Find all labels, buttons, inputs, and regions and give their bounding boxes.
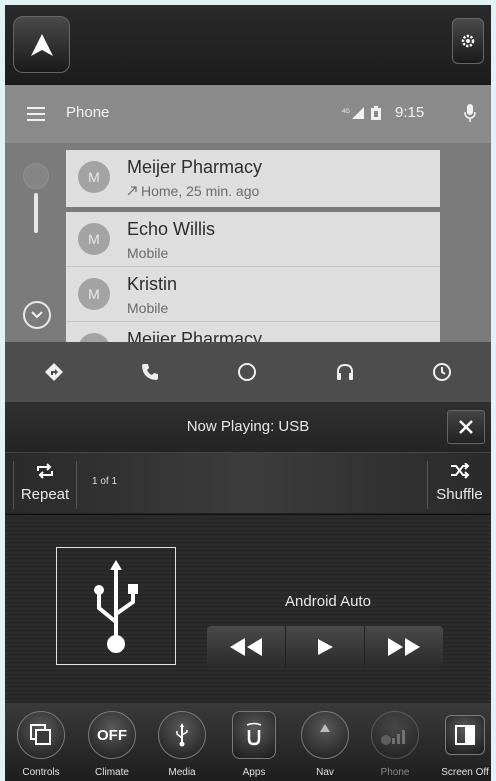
repeat-button[interactable]: Repeat xyxy=(13,461,77,509)
now-playing-title: Now Playing: USB xyxy=(186,418,310,435)
contact-name: Meijer Pharmacy xyxy=(127,329,263,342)
clock: 9:15 xyxy=(395,104,425,121)
signal-label: 4G xyxy=(342,109,350,115)
phone-signal-icon xyxy=(371,711,419,759)
aa-header: Phone 4G 9:15 xyxy=(5,85,491,143)
contact-type: Mobile xyxy=(127,300,169,316)
settings-button[interactable] xyxy=(452,18,484,64)
scroll-controls xyxy=(23,163,51,333)
dock-phone[interactable]: Phone xyxy=(364,711,426,778)
nav-compass-icon xyxy=(301,711,349,759)
navigation-arrow-icon xyxy=(30,33,53,56)
play-button[interactable] xyxy=(286,626,365,668)
aa-title: Phone xyxy=(66,104,110,121)
call-detail: Home, 25 min. ago xyxy=(127,183,259,199)
head-unit-screen: Phone 4G 9:15 M Meijer Pharmacy Home, 25… xyxy=(5,5,491,781)
contacts-card: M Echo Willis Mobile M Kristin Mobile M … xyxy=(66,212,440,342)
contact-name: Echo Willis xyxy=(127,219,216,239)
dock-label-screen-off: Screen Off xyxy=(441,767,489,778)
top-bar xyxy=(5,5,491,85)
avatar: M xyxy=(78,223,110,255)
track-count: 1 of 1 xyxy=(92,476,118,487)
track-title: Android Auto xyxy=(285,593,371,610)
android-auto-nav-button[interactable] xyxy=(13,16,70,73)
play-icon xyxy=(318,639,333,655)
shuffle-button[interactable]: Shuffle xyxy=(427,461,491,509)
album-art xyxy=(56,547,176,665)
recents-icon[interactable] xyxy=(432,362,452,382)
dock-media[interactable]: Media xyxy=(151,711,213,778)
avatar: M xyxy=(78,278,110,310)
dock-apps[interactable]: Apps xyxy=(223,711,285,778)
shuffle-label: Shuffle xyxy=(436,486,483,503)
contact-type: Mobile xyxy=(127,245,169,261)
headphones-icon[interactable] xyxy=(335,362,355,382)
chevron-down-icon xyxy=(31,311,43,319)
scroll-indicator xyxy=(34,193,38,233)
gear-icon xyxy=(461,34,475,48)
dock-screen-off[interactable]: Screen Off xyxy=(434,711,491,778)
close-icon xyxy=(459,420,473,434)
climate-off-text: OFF xyxy=(97,726,127,744)
fast-forward-icon xyxy=(388,638,420,656)
android-auto-panel: Phone 4G 9:15 M Meijer Pharmacy Home, 25… xyxy=(5,85,491,402)
contact-name: Meijer Pharmacy xyxy=(127,157,263,177)
dock-label-nav: Nav xyxy=(316,767,334,778)
shuffle-icon xyxy=(450,462,469,479)
bottom-dock: Controls OFF Climate Media Apps Nav Phon… xyxy=(5,703,491,781)
outgoing-call-arrow-icon xyxy=(127,186,137,196)
recent-call-item[interactable]: M Meijer Pharmacy Home, 25 min. ago xyxy=(66,150,440,205)
dock-controls[interactable]: Controls xyxy=(10,711,72,778)
scroll-up-button[interactable] xyxy=(23,163,49,189)
avatar: M xyxy=(78,161,110,193)
contact-name: Kristin xyxy=(127,274,178,294)
list-item[interactable]: M Meijer Pharmacy xyxy=(66,322,440,342)
usb-icon xyxy=(94,560,138,653)
navigation-icon[interactable] xyxy=(44,362,64,382)
screen-off-icon xyxy=(445,715,485,755)
dock-nav[interactable]: Nav xyxy=(294,711,356,778)
apps-icon xyxy=(232,711,276,759)
dock-climate[interactable]: OFF Climate xyxy=(81,711,143,778)
recent-call-card[interactable]: M Meijer Pharmacy Home, 25 min. ago xyxy=(66,150,440,207)
dock-label-apps: Apps xyxy=(242,767,266,778)
dock-label-phone: Phone xyxy=(380,767,410,778)
list-item[interactable]: M Kristin Mobile xyxy=(66,267,440,322)
menu-icon[interactable] xyxy=(27,107,45,121)
fast-forward-button[interactable] xyxy=(365,626,443,668)
controls-icon xyxy=(17,711,65,759)
dock-label-media: Media xyxy=(168,767,196,778)
avatar: M xyxy=(78,333,110,342)
media-usb-icon xyxy=(158,711,206,759)
home-circle-icon[interactable] xyxy=(237,362,257,382)
phone-icon[interactable] xyxy=(141,363,159,381)
list-item[interactable]: M Echo Willis Mobile xyxy=(66,212,440,267)
climate-icon: OFF xyxy=(88,711,136,759)
battery-icon xyxy=(371,106,381,120)
transport-controls xyxy=(207,626,443,668)
close-button[interactable] xyxy=(447,410,485,444)
rewind-icon xyxy=(230,638,262,656)
scroll-down-button[interactable] xyxy=(23,301,51,329)
playback-options-bar: Repeat 1 of 1 Shuffle xyxy=(5,452,491,514)
call-detail-text: Home, 25 min. ago xyxy=(141,183,260,199)
signal-icon: 4G xyxy=(342,107,364,119)
repeat-label: Repeat xyxy=(20,486,70,503)
microphone-icon[interactable] xyxy=(464,104,476,122)
dock-label-controls: Controls xyxy=(22,767,60,778)
now-playing-body: Android Auto xyxy=(5,515,491,703)
aa-bottom-bar xyxy=(5,342,491,402)
dock-label-climate: Climate xyxy=(95,767,129,778)
repeat-icon xyxy=(37,463,53,479)
now-playing-header: Now Playing: USB xyxy=(5,402,491,452)
rewind-button[interactable] xyxy=(207,626,286,668)
